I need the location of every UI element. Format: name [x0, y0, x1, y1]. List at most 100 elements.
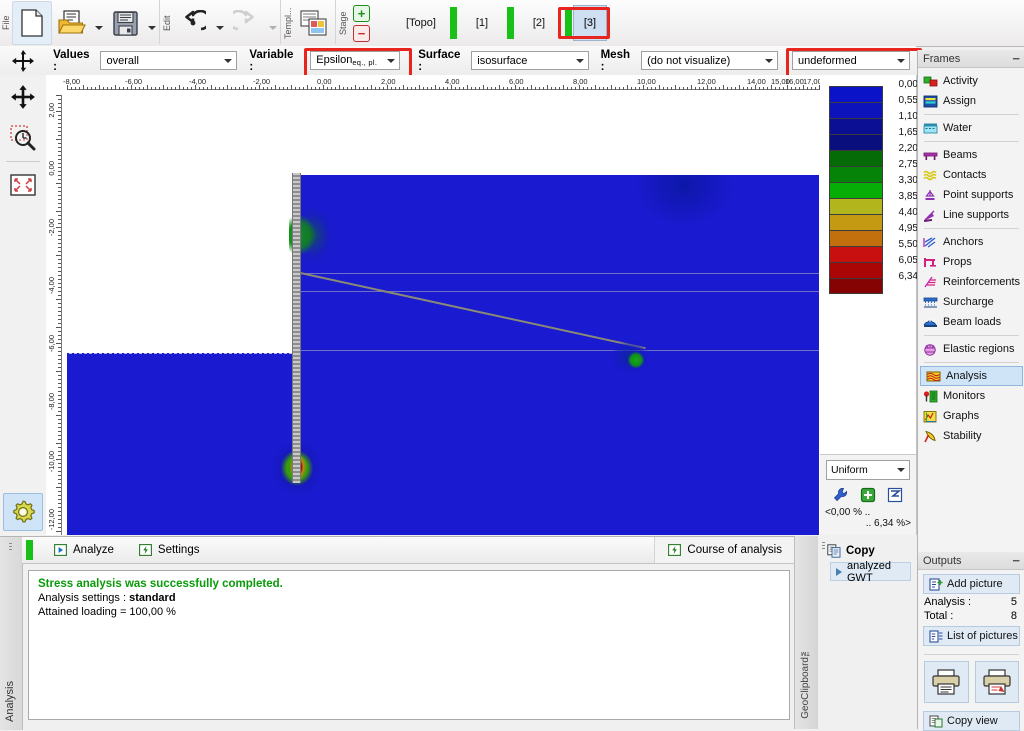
open-file-dropdown[interactable] — [92, 2, 105, 44]
values-select[interactable]: overall — [100, 51, 238, 70]
monitors-icon — [923, 390, 938, 403]
surface-select-value: isosurface — [477, 54, 528, 67]
undo-button[interactable] — [173, 1, 213, 45]
sidebar-item-line-supports[interactable]: Line supports — [918, 205, 1024, 225]
x-axis-tick — [223, 87, 224, 90]
copy-view-button[interactable]: Copy view — [923, 711, 1020, 731]
zoom-fit-button[interactable] — [3, 166, 43, 204]
y-axis-tick — [58, 315, 61, 316]
y-axis-tick — [58, 419, 61, 420]
x-axis-tick — [675, 85, 676, 90]
surface-select[interactable]: isosurface — [471, 51, 589, 70]
sidebar-item-assign[interactable]: Assign — [918, 91, 1024, 111]
tab-analyze[interactable]: Analyze — [41, 537, 126, 563]
sidebar-item-stability[interactable]: Stability — [918, 426, 1024, 446]
y-axis-tick — [58, 463, 61, 464]
tab-settings[interactable]: Settings — [126, 537, 212, 563]
save-file-button[interactable] — [105, 1, 145, 45]
mesh-select[interactable]: (do not visualize) — [641, 51, 778, 70]
stage-add-remove: + − — [349, 0, 374, 46]
legend-value: 0,55 — [898, 95, 918, 106]
y-axis-tick — [58, 435, 61, 436]
stage-button-topo[interactable]: [Topo] — [400, 5, 442, 41]
analyzed-gwt-button[interactable]: analyzed GWT — [830, 560, 911, 584]
stage-button-3[interactable]: [3] — [572, 5, 607, 41]
sidebar-item-water[interactable]: Water — [918, 118, 1024, 138]
open-file-button[interactable] — [52, 1, 92, 45]
sidebar-item-point-supports[interactable]: Point supports — [918, 185, 1024, 205]
frames-collapse-button[interactable]: − — [1012, 52, 1020, 65]
legend-add-interval-button[interactable] — [859, 486, 876, 503]
sidebar-item-props[interactable]: Props — [918, 252, 1024, 272]
sidebar-item-label: Monitors — [943, 390, 986, 402]
sidebar-item-activity[interactable]: Activity — [918, 71, 1024, 91]
tab-course-of-analysis[interactable]: Course of analysis — [654, 537, 794, 563]
print-preview-button[interactable] — [974, 661, 1019, 703]
pan-move-button-top[interactable] — [4, 48, 41, 74]
beams-icon — [923, 149, 938, 162]
y-axis-tick — [58, 383, 61, 384]
print-button[interactable] — [924, 661, 969, 703]
settings-gear-button[interactable] — [3, 493, 43, 531]
y-axis-tick — [58, 403, 61, 404]
legend-settings-button[interactable] — [832, 486, 849, 503]
x-axis-tick — [655, 87, 656, 90]
open-folder-icon — [58, 10, 86, 34]
y-axis-tick — [58, 143, 61, 144]
analysis-settings-line: Analysis settings : standard — [38, 592, 176, 604]
mesh-select-value: (do not visualize) — [647, 54, 731, 67]
x-axis-tick — [143, 87, 144, 90]
remove-stage-button[interactable]: − — [353, 24, 370, 42]
sidebar-item-contacts[interactable]: Contacts — [918, 165, 1024, 185]
y-axis-tick — [58, 107, 61, 108]
y-axis-tick — [56, 371, 61, 372]
chevron-down-icon — [268, 26, 277, 30]
deformation-select[interactable]: undeformed — [791, 51, 910, 70]
legend-scale-select[interactable]: Uniform — [826, 460, 910, 480]
y-axis-tick — [58, 295, 61, 296]
stage-button-2[interactable]: [2] — [522, 5, 556, 41]
sidebar-item-monitors[interactable]: Monitors — [918, 386, 1024, 406]
x-axis-tick — [251, 87, 252, 90]
x-axis-tick — [467, 85, 468, 90]
pan-move-button[interactable] — [3, 78, 43, 116]
panel-grip[interactable] — [9, 543, 12, 552]
x-axis-tick — [307, 85, 308, 90]
y-axis-tick — [58, 99, 61, 100]
drawing-canvas[interactable]: -8,00 -6,00 -4,00 -2,00 0,00 2,00 4,00 6,00 8,00… — [46, 75, 917, 535]
zoom-window-button[interactable] — [3, 119, 43, 157]
sidebar-item-surcharge[interactable]: Surcharge — [918, 292, 1024, 312]
x-axis-tick — [803, 85, 804, 90]
stage-button-1[interactable]: [1] — [465, 5, 499, 41]
legend-value: 6,34 — [898, 271, 918, 282]
total-count-row: Total : 8 — [918, 608, 1024, 622]
panel-grip[interactable] — [822, 542, 825, 551]
variable-select[interactable]: Epsiloneq., pl. — [310, 51, 401, 70]
legend-distribute-button[interactable] — [886, 486, 903, 503]
sidebar-item-reinforcements[interactable]: Reinforcements — [918, 272, 1024, 292]
sidebar-item-beam-loads[interactable]: Beam loads — [918, 312, 1024, 332]
sidebar-item-elastic-regions[interactable]: Elastic regions — [918, 339, 1024, 359]
sidebar-item-anchors[interactable]: Anchors — [918, 232, 1024, 252]
list-of-pictures-button[interactable]: List of pictures — [923, 626, 1020, 646]
tab-analyze-label: Analyze — [73, 544, 114, 556]
x-axis-tick — [187, 87, 188, 90]
legend-swatch — [829, 262, 883, 278]
outputs-collapse-button[interactable]: − — [1012, 554, 1020, 567]
sidebar-item-beams[interactable]: Beams — [918, 145, 1024, 165]
x-axis-tick — [135, 87, 136, 90]
soil-interface-line — [294, 273, 819, 274]
templates-button[interactable] — [294, 1, 334, 45]
sidebar-item-graphs[interactable]: Graphs — [918, 406, 1024, 426]
frames-divider — [924, 141, 1019, 142]
undo-dropdown[interactable] — [213, 2, 226, 44]
sidebar-item-analysis[interactable]: Analysis — [920, 366, 1023, 386]
save-file-dropdown[interactable] — [145, 2, 158, 44]
plot-area[interactable] — [67, 95, 819, 535]
y-axis-tick — [58, 451, 61, 452]
new-file-button[interactable] — [12, 1, 52, 45]
stage-progress-bar — [564, 7, 572, 39]
add-stage-button[interactable]: + — [353, 4, 370, 22]
add-picture-button[interactable]: Add picture — [923, 574, 1020, 594]
analysis-vertical-tab[interactable]: Analysis — [0, 537, 23, 730]
